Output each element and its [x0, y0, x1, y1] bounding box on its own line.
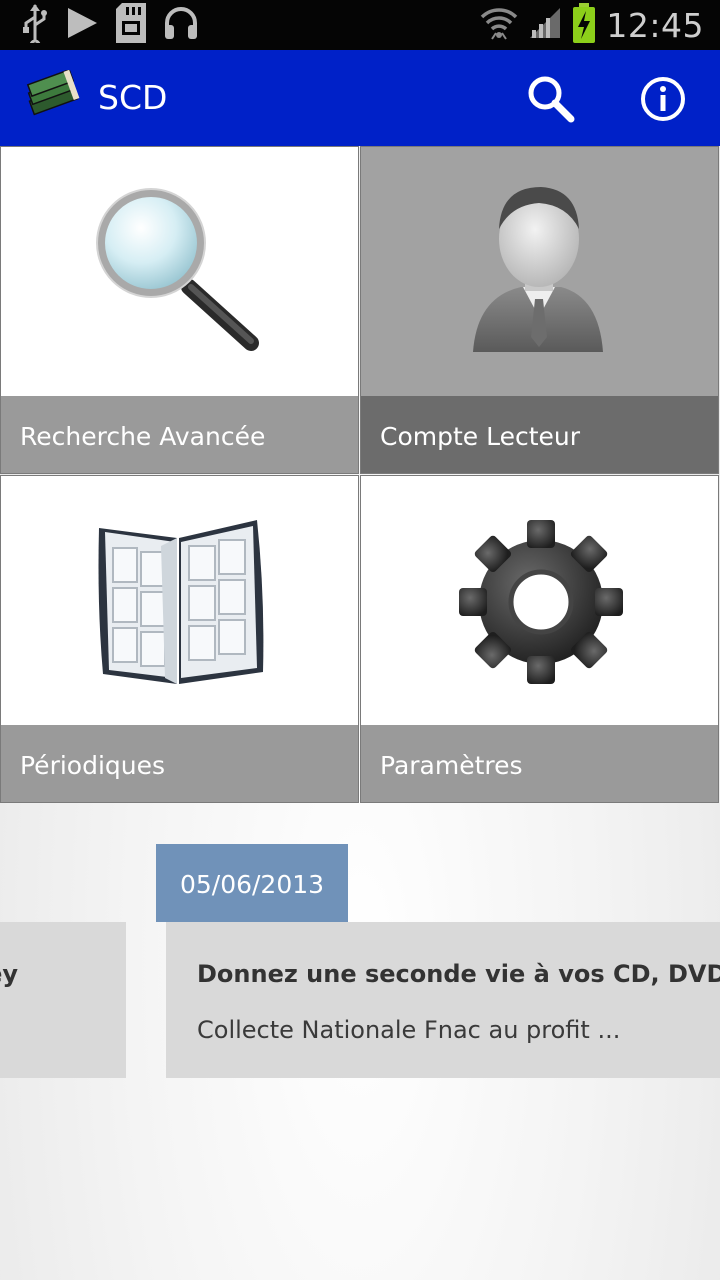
tile-periodiques[interactable]: Périodiques — [0, 475, 359, 803]
usb-icon — [20, 3, 50, 51]
wifi-icon — [480, 5, 518, 45]
app-bar: SCD — [0, 50, 720, 146]
status-bar-system: 12:45 — [480, 0, 704, 50]
battery-charging-icon — [572, 3, 596, 47]
user-avatar-icon — [361, 147, 718, 397]
status-bar: 12:45 — [0, 0, 720, 51]
tile-recherche-avancee[interactable]: Recherche Avancée — [0, 146, 359, 474]
news-title: ey — [0, 960, 18, 988]
news-title: Donnez une seconde vie à vos CD, DVD, L — [197, 960, 720, 988]
clock-time: 12:45 — [606, 5, 704, 45]
news-date: 05/06/2013 — [156, 844, 348, 922]
sd-card-icon — [114, 3, 148, 47]
status-bar-notifications — [20, 3, 200, 51]
tile-label: Paramètres — [361, 725, 718, 802]
info-icon[interactable] — [640, 76, 686, 122]
news-description: Collecte Nationale Fnac au profit ... — [197, 1016, 621, 1044]
gear-icon — [361, 476, 718, 726]
tile-label: Périodiques — [1, 725, 358, 802]
search-icon[interactable] — [526, 74, 576, 124]
news-card[interactable]: Donnez une seconde vie à vos CD, DVD, L … — [166, 922, 720, 1078]
news-card-previous[interactable]: ey — [0, 922, 126, 1078]
books-icon — [24, 68, 88, 126]
tile-label: Recherche Avancée — [1, 396, 358, 473]
magazine-icon — [1, 476, 358, 726]
tile-label: Compte Lecteur — [361, 396, 718, 473]
tile-parametres[interactable]: Paramètres — [360, 475, 719, 803]
headphones-icon — [162, 5, 200, 45]
news-title-clip: ey — [0, 960, 126, 1000]
signal-icon — [528, 6, 562, 44]
tile-compte-lecteur[interactable]: Compte Lecteur — [360, 146, 719, 474]
magnifier-icon — [1, 147, 358, 397]
app-title: SCD — [98, 78, 168, 117]
play-icon — [64, 5, 100, 45]
